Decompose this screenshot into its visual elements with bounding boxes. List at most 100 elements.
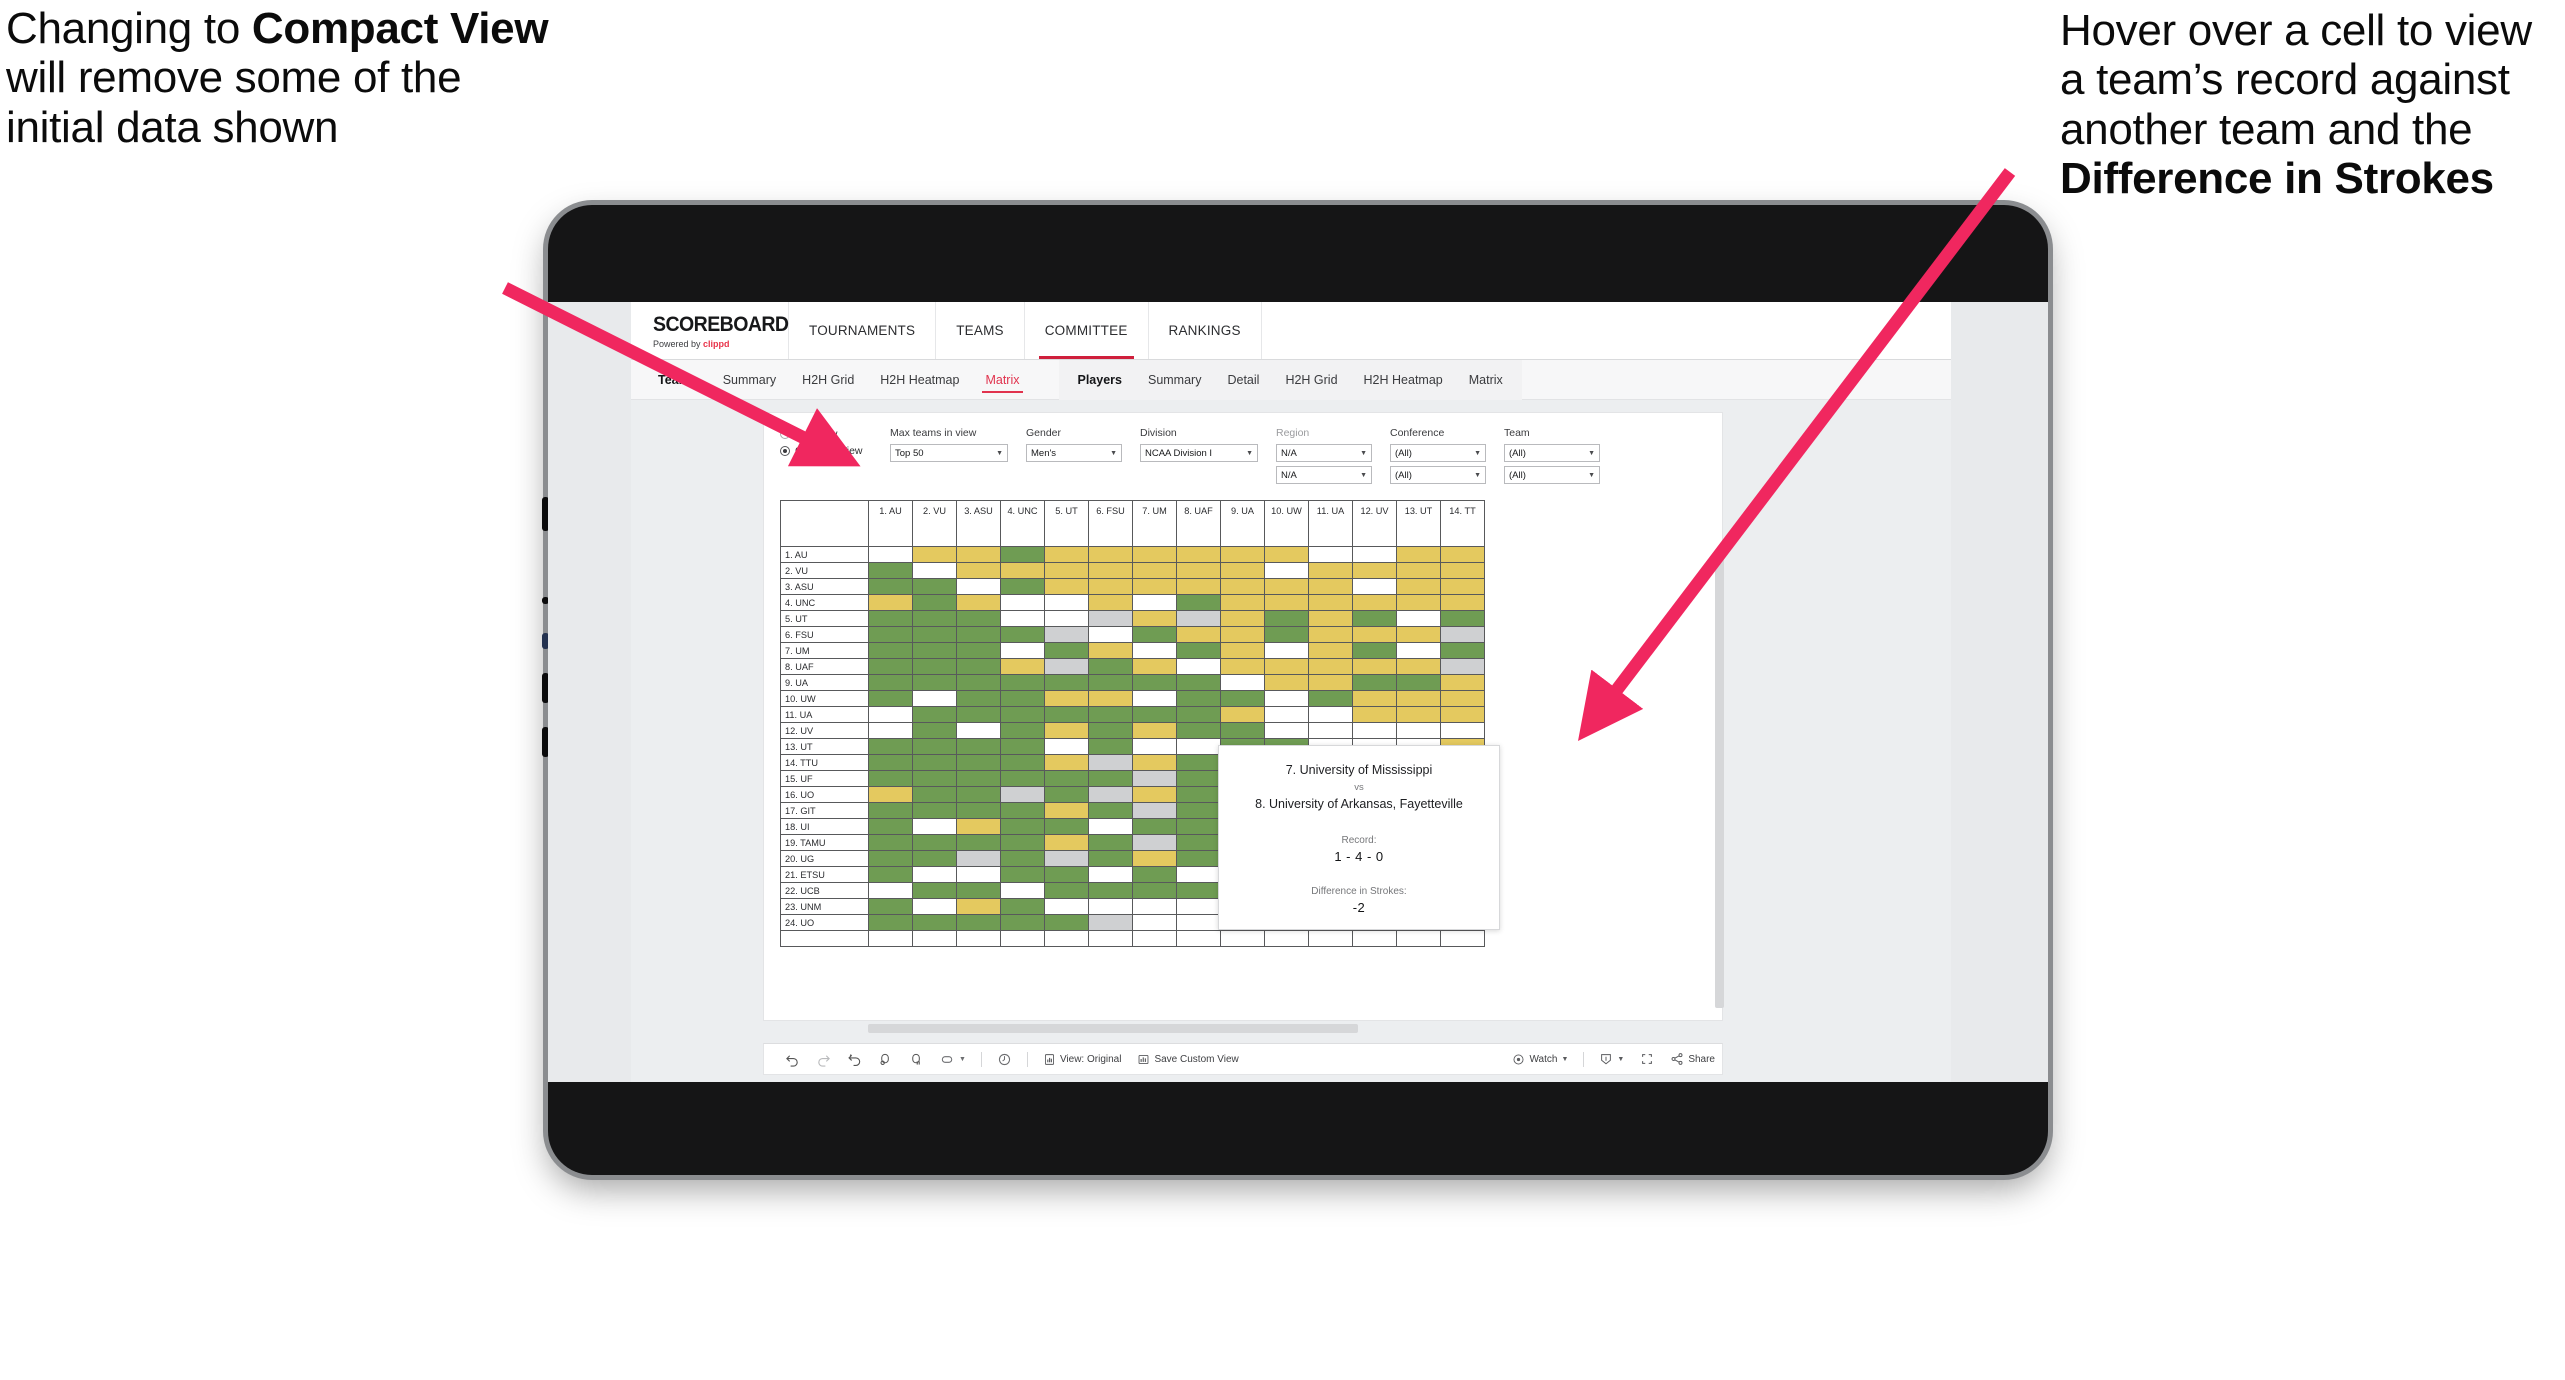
matrix-cell[interactable] — [912, 690, 957, 707]
matrix-cell[interactable] — [1308, 674, 1353, 691]
matrix-cell[interactable] — [1440, 578, 1485, 595]
matrix-cell[interactable] — [1440, 674, 1485, 691]
matrix-row-header[interactable]: 15. UF — [780, 770, 869, 787]
matrix-row-header[interactable]: 8. UAF — [780, 658, 869, 675]
matrix-cell[interactable] — [1308, 562, 1353, 579]
matrix-cell[interactable] — [1044, 690, 1089, 707]
matrix-cell[interactable] — [1044, 898, 1089, 915]
filter-conference-select-2[interactable]: (All) ▼ — [1390, 466, 1486, 484]
matrix-cell[interactable] — [1176, 690, 1221, 707]
matrix-cell[interactable] — [1044, 754, 1089, 771]
filter-max-teams-select[interactable]: Top 50 ▼ — [890, 444, 1008, 462]
filter-region-select[interactable]: N/A ▼ — [1276, 444, 1372, 462]
matrix-cell[interactable] — [912, 546, 957, 563]
matrix-cell[interactable] — [956, 626, 1001, 643]
matrix-cell[interactable] — [956, 818, 1001, 835]
matrix-cell[interactable] — [1088, 914, 1133, 931]
matrix-row-header[interactable]: 7. UM — [780, 642, 869, 659]
matrix-cell[interactable] — [1088, 738, 1133, 755]
pause-auto-updates-button[interactable] — [990, 1046, 1019, 1072]
matrix-cell[interactable] — [1044, 626, 1089, 643]
subnav-teams-h2h-grid[interactable]: H2H Grid — [789, 360, 867, 400]
matrix-cell[interactable] — [1308, 594, 1353, 611]
matrix-horizontal-scrollbar[interactable] — [868, 1024, 1358, 1033]
subnav-players-summary[interactable]: Summary — [1135, 360, 1214, 400]
matrix-cell[interactable] — [1396, 546, 1441, 563]
matrix-row-header[interactable]: 18. UI — [780, 818, 869, 835]
matrix-cell[interactable] — [1088, 578, 1133, 595]
matrix-cell[interactable] — [1220, 546, 1265, 563]
matrix-cell[interactable] — [912, 802, 957, 819]
subnav-players-h2h-grid[interactable]: H2H Grid — [1272, 360, 1350, 400]
matrix-cell[interactable] — [1308, 642, 1353, 659]
matrix-cell[interactable] — [1088, 802, 1133, 819]
matrix-cell[interactable] — [1176, 546, 1221, 563]
matrix-cell[interactable] — [1176, 754, 1221, 771]
matrix-cell[interactable] — [1132, 914, 1177, 931]
matrix-cell[interactable] — [1352, 642, 1397, 659]
matrix-cell[interactable] — [1220, 610, 1265, 627]
matrix-cell[interactable] — [1088, 626, 1133, 643]
matrix-cell[interactable] — [912, 738, 957, 755]
matrix-cell[interactable] — [912, 850, 957, 867]
matrix-cell[interactable] — [912, 674, 957, 691]
matrix-cell[interactable] — [1176, 882, 1221, 899]
matrix-cell[interactable] — [1396, 610, 1441, 627]
matrix-cell[interactable] — [1352, 658, 1397, 675]
matrix-cell[interactable] — [868, 594, 913, 611]
matrix-cell[interactable] — [1088, 754, 1133, 771]
matrix-cell[interactable] — [1220, 578, 1265, 595]
matrix-col-header[interactable]: 6. FSU — [1088, 500, 1133, 547]
matrix-cell[interactable] — [1220, 722, 1265, 739]
device-layout-dropdown[interactable]: ▼ — [933, 1046, 973, 1072]
matrix-cell[interactable] — [1308, 610, 1353, 627]
matrix-cell[interactable] — [1088, 642, 1133, 659]
filter-division-select[interactable]: NCAA Division I ▼ — [1140, 444, 1258, 462]
matrix-cell[interactable] — [1396, 706, 1441, 723]
matrix-cell[interactable] — [1396, 690, 1441, 707]
matrix-cell[interactable] — [1396, 578, 1441, 595]
matrix-row-header[interactable]: 1. AU — [780, 546, 869, 563]
matrix-cell[interactable] — [1352, 706, 1397, 723]
matrix-cell[interactable] — [868, 754, 913, 771]
matrix-cell[interactable] — [1440, 658, 1485, 675]
matrix-cell[interactable] — [1132, 562, 1177, 579]
matrix-cell[interactable] — [1000, 834, 1045, 851]
matrix-cell[interactable] — [1176, 818, 1221, 835]
subnav-teams-matrix[interactable]: Matrix — [972, 360, 1032, 400]
matrix-cell[interactable] — [1352, 546, 1397, 563]
matrix-cell[interactable] — [1264, 578, 1309, 595]
matrix-cell[interactable] — [1352, 562, 1397, 579]
matrix-cell[interactable] — [1220, 594, 1265, 611]
matrix-cell[interactable] — [1440, 722, 1485, 739]
matrix-cell[interactable] — [956, 850, 1001, 867]
matrix-cell[interactable] — [1044, 882, 1089, 899]
matrix-cell[interactable] — [1132, 770, 1177, 787]
matrix-cell[interactable] — [868, 562, 913, 579]
matrix-col-header[interactable]: 7. UM — [1132, 500, 1177, 547]
matrix-cell[interactable] — [1088, 674, 1133, 691]
matrix-cell[interactable] — [1176, 914, 1221, 931]
matrix-row-header[interactable]: 5. UT — [780, 610, 869, 627]
matrix-cell[interactable] — [956, 722, 1001, 739]
matrix-cell[interactable] — [868, 850, 913, 867]
matrix-cell[interactable] — [1352, 674, 1397, 691]
matrix-cell[interactable] — [1308, 626, 1353, 643]
matrix-cell[interactable] — [1088, 706, 1133, 723]
subnav-teams-summary[interactable]: Summary — [710, 360, 789, 400]
matrix-cell[interactable] — [1044, 802, 1089, 819]
matrix-cell[interactable] — [1396, 658, 1441, 675]
matrix-cell[interactable] — [1220, 690, 1265, 707]
matrix-cell[interactable] — [1132, 850, 1177, 867]
matrix-cell[interactable] — [1000, 770, 1045, 787]
matrix-cell[interactable] — [1088, 786, 1133, 803]
matrix-cell[interactable] — [956, 706, 1001, 723]
matrix-cell[interactable] — [868, 658, 913, 675]
matrix-col-header[interactable]: 11. UA — [1308, 500, 1353, 547]
filter-conference-select[interactable]: (All) ▼ — [1390, 444, 1486, 462]
subnav-players-detail[interactable]: Detail — [1214, 360, 1272, 400]
matrix-cell[interactable] — [1396, 594, 1441, 611]
matrix-cell[interactable] — [956, 674, 1001, 691]
matrix-cell[interactable] — [1000, 658, 1045, 675]
matrix-cell[interactable] — [1044, 674, 1089, 691]
